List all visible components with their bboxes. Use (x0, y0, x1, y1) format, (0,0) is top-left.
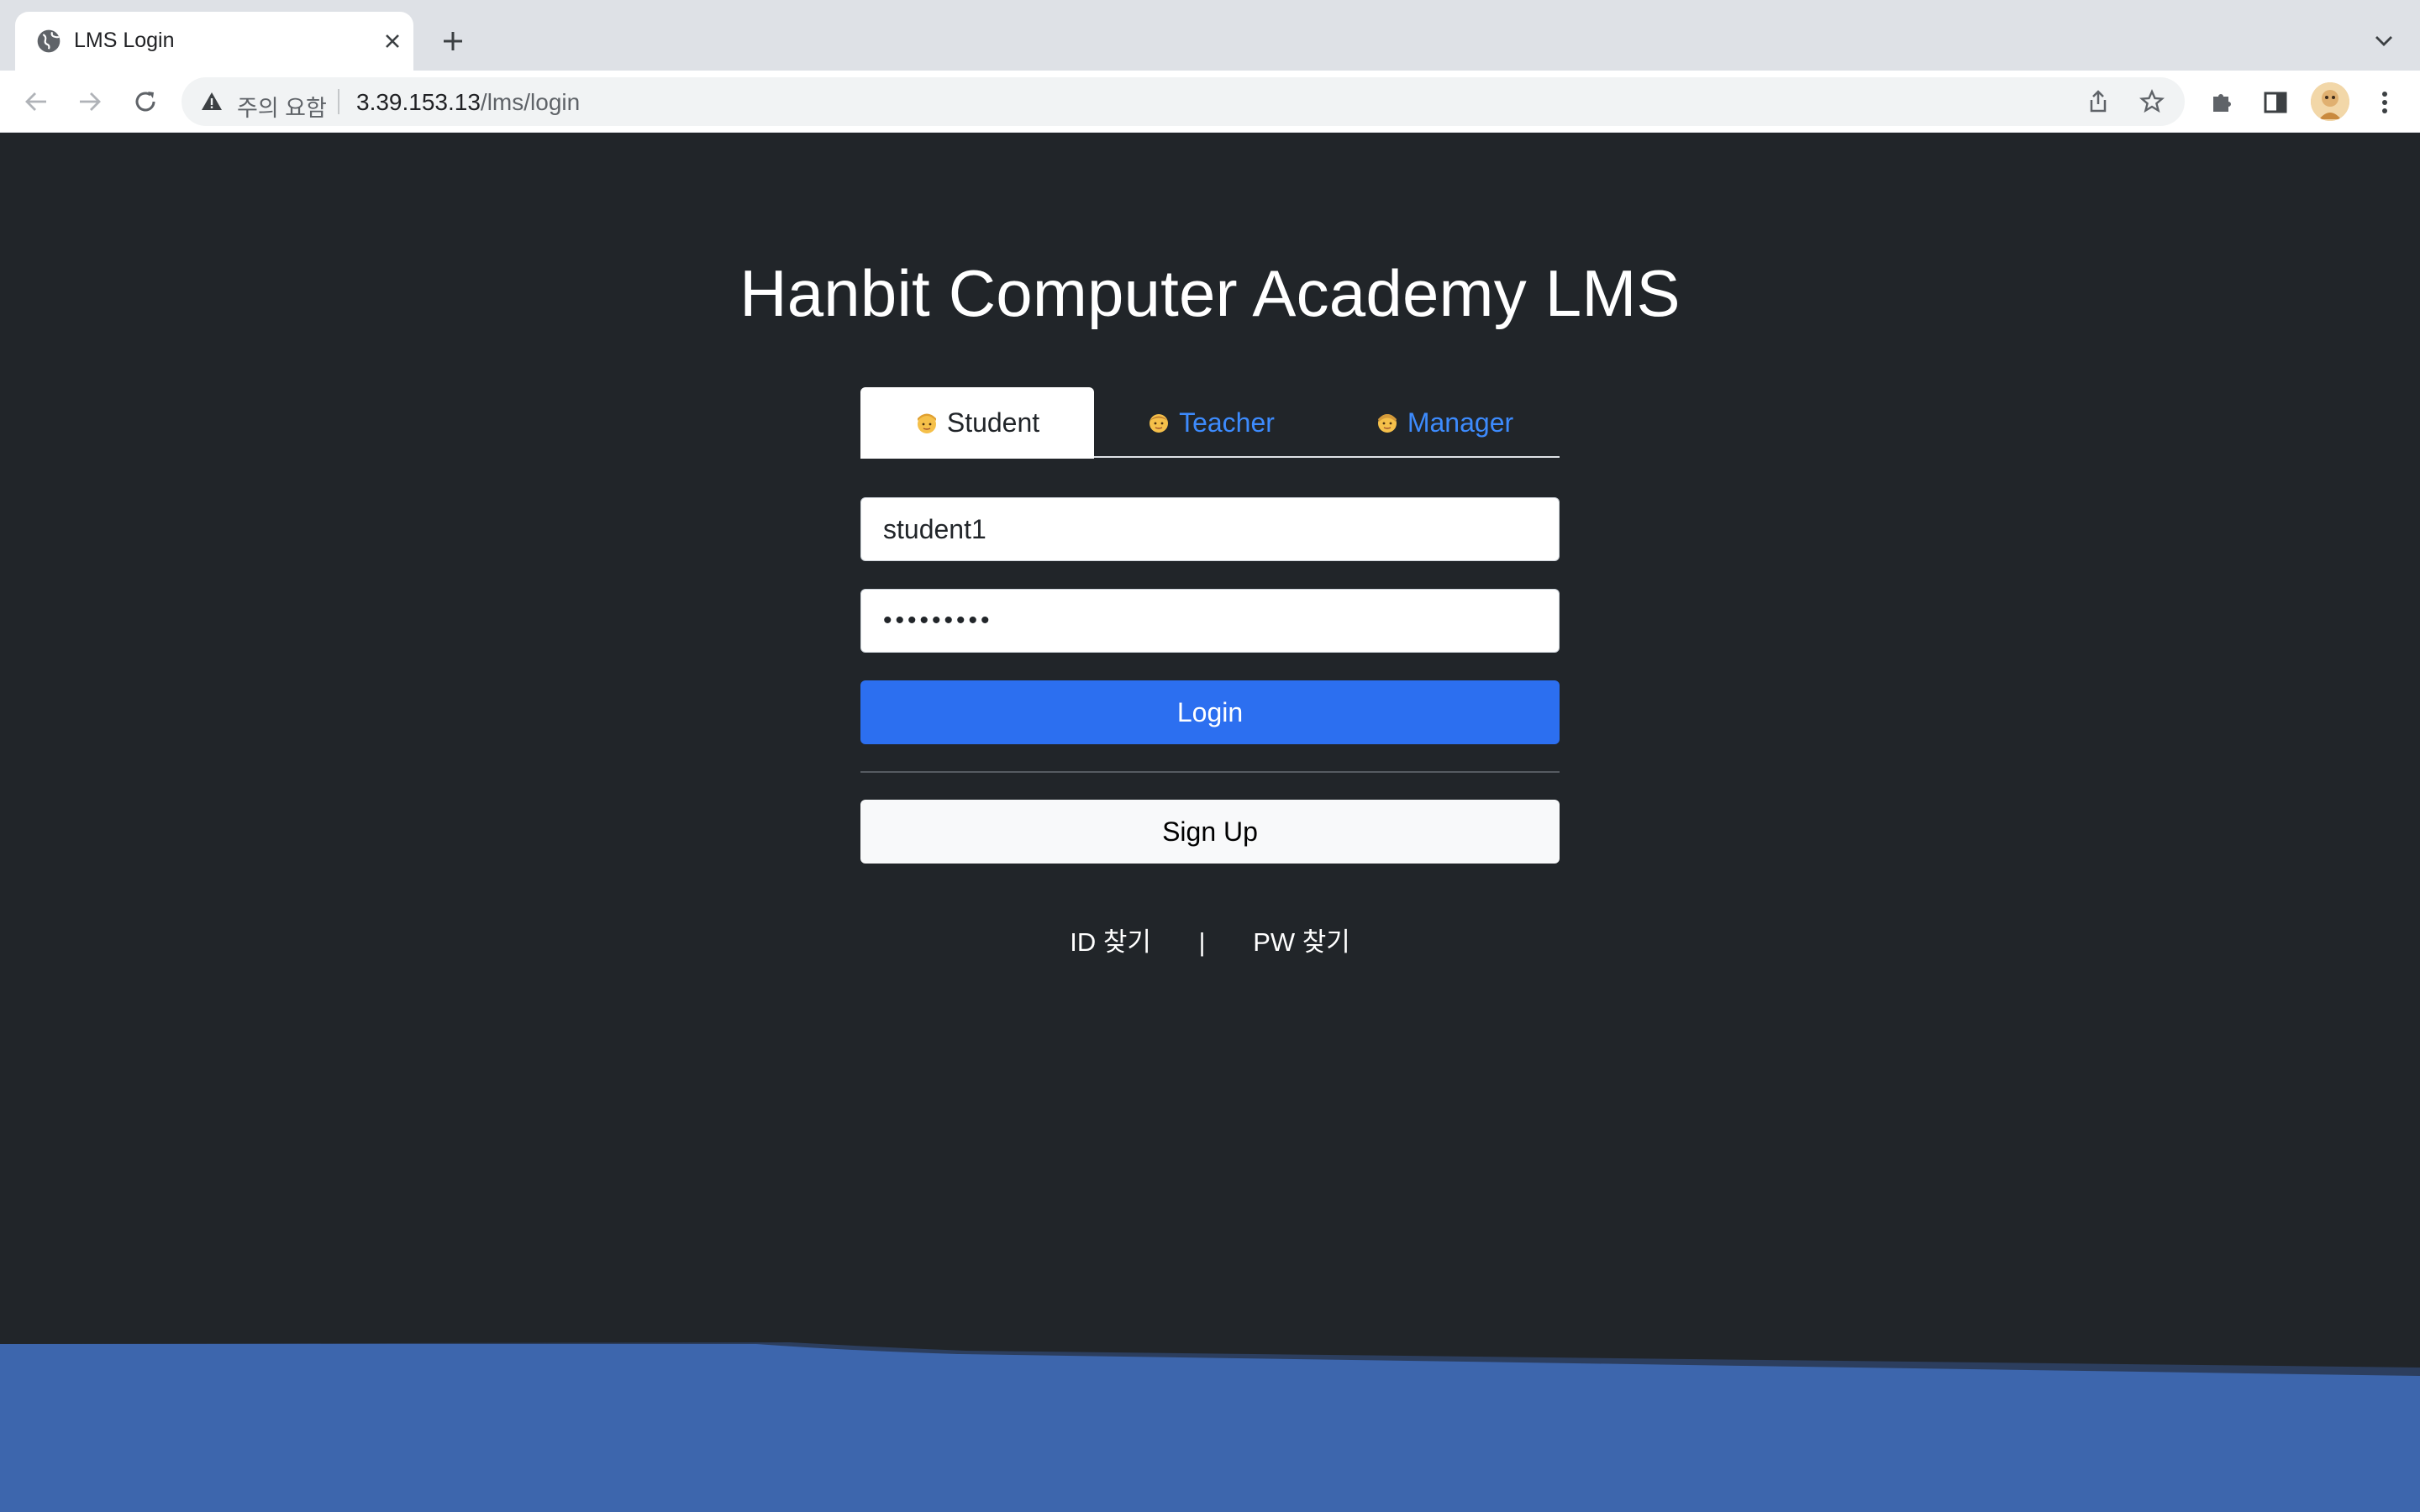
username-field[interactable]: student1 (860, 497, 1560, 561)
tab-student-label: Student (946, 407, 1040, 438)
share-icon[interactable] (2084, 87, 2112, 116)
address-bar[interactable]: 주의 요함 3.39.153.13/lms/login (182, 77, 2185, 126)
globe-icon (37, 29, 60, 53)
username-value: student1 (883, 513, 986, 544)
login-button[interactable]: Login (860, 680, 1560, 744)
password-field[interactable]: ••••••••• (860, 589, 1560, 653)
account-recovery-links: ID 찾기 | PW 찾기 (0, 921, 2420, 958)
url-path: /lms/login (480, 89, 581, 115)
login-page: Hanbit Computer Academy LMS Student Teac… (0, 133, 2420, 1512)
password-value: ••••••••• (883, 606, 993, 634)
signup-button[interactable]: Sign Up (860, 800, 1560, 864)
url-text[interactable]: 3.39.153.13/lms/login (356, 89, 580, 116)
reload-icon[interactable] (128, 84, 163, 119)
tab-title: LMS Login (74, 29, 175, 52)
extensions-puzzle-icon[interactable] (2205, 86, 2238, 119)
bookmark-star-icon[interactable] (2138, 87, 2166, 116)
tab-teacher-label: Teacher (1179, 407, 1275, 438)
tab-manager[interactable]: Manager (1328, 387, 1561, 458)
teacher-emoji-icon (1150, 414, 1169, 433)
find-id-link[interactable]: ID 찾기 (1070, 921, 1151, 958)
tab-student[interactable]: Student (860, 387, 1094, 459)
login-button-label: Login (1176, 696, 1244, 727)
browser-toolbar: 주의 요함 3.39.153.13/lms/login (0, 71, 2420, 133)
profile-avatar[interactable] (2311, 82, 2349, 121)
tab-manager-label: Manager (1407, 407, 1514, 438)
role-tabs: Student Teacher Manager (860, 387, 1561, 459)
new-tab-icon[interactable] (437, 25, 469, 57)
signup-button-label: Sign Up (1162, 816, 1258, 847)
divider (860, 771, 1560, 773)
address-separator (338, 89, 339, 114)
student-emoji-icon (917, 413, 936, 433)
footer-wave (0, 1342, 2420, 1512)
side-panel-icon[interactable] (2259, 86, 2292, 119)
page-title: Hanbit Computer Academy LMS (739, 256, 1681, 330)
security-warning-label[interactable]: 주의 요함 (237, 90, 327, 123)
tab-close-icon[interactable] (380, 29, 405, 54)
manager-emoji-icon (1377, 414, 1397, 433)
back-arrow-icon[interactable] (18, 84, 54, 119)
find-pw-link[interactable]: PW 찾기 (1253, 921, 1350, 958)
chevron-down-icon[interactable] (2370, 27, 2398, 55)
url-host: 3.39.153.13 (356, 89, 481, 115)
tab-teacher[interactable]: Teacher (1094, 387, 1328, 458)
forward-arrow-icon[interactable] (72, 84, 108, 119)
more-menu-icon[interactable] (2368, 86, 2402, 119)
browser-tab-strip: LMS Login (0, 0, 2420, 71)
browser-tab[interactable]: LMS Login (15, 12, 413, 71)
warning-icon (202, 92, 222, 110)
link-separator: | (1198, 927, 1206, 957)
